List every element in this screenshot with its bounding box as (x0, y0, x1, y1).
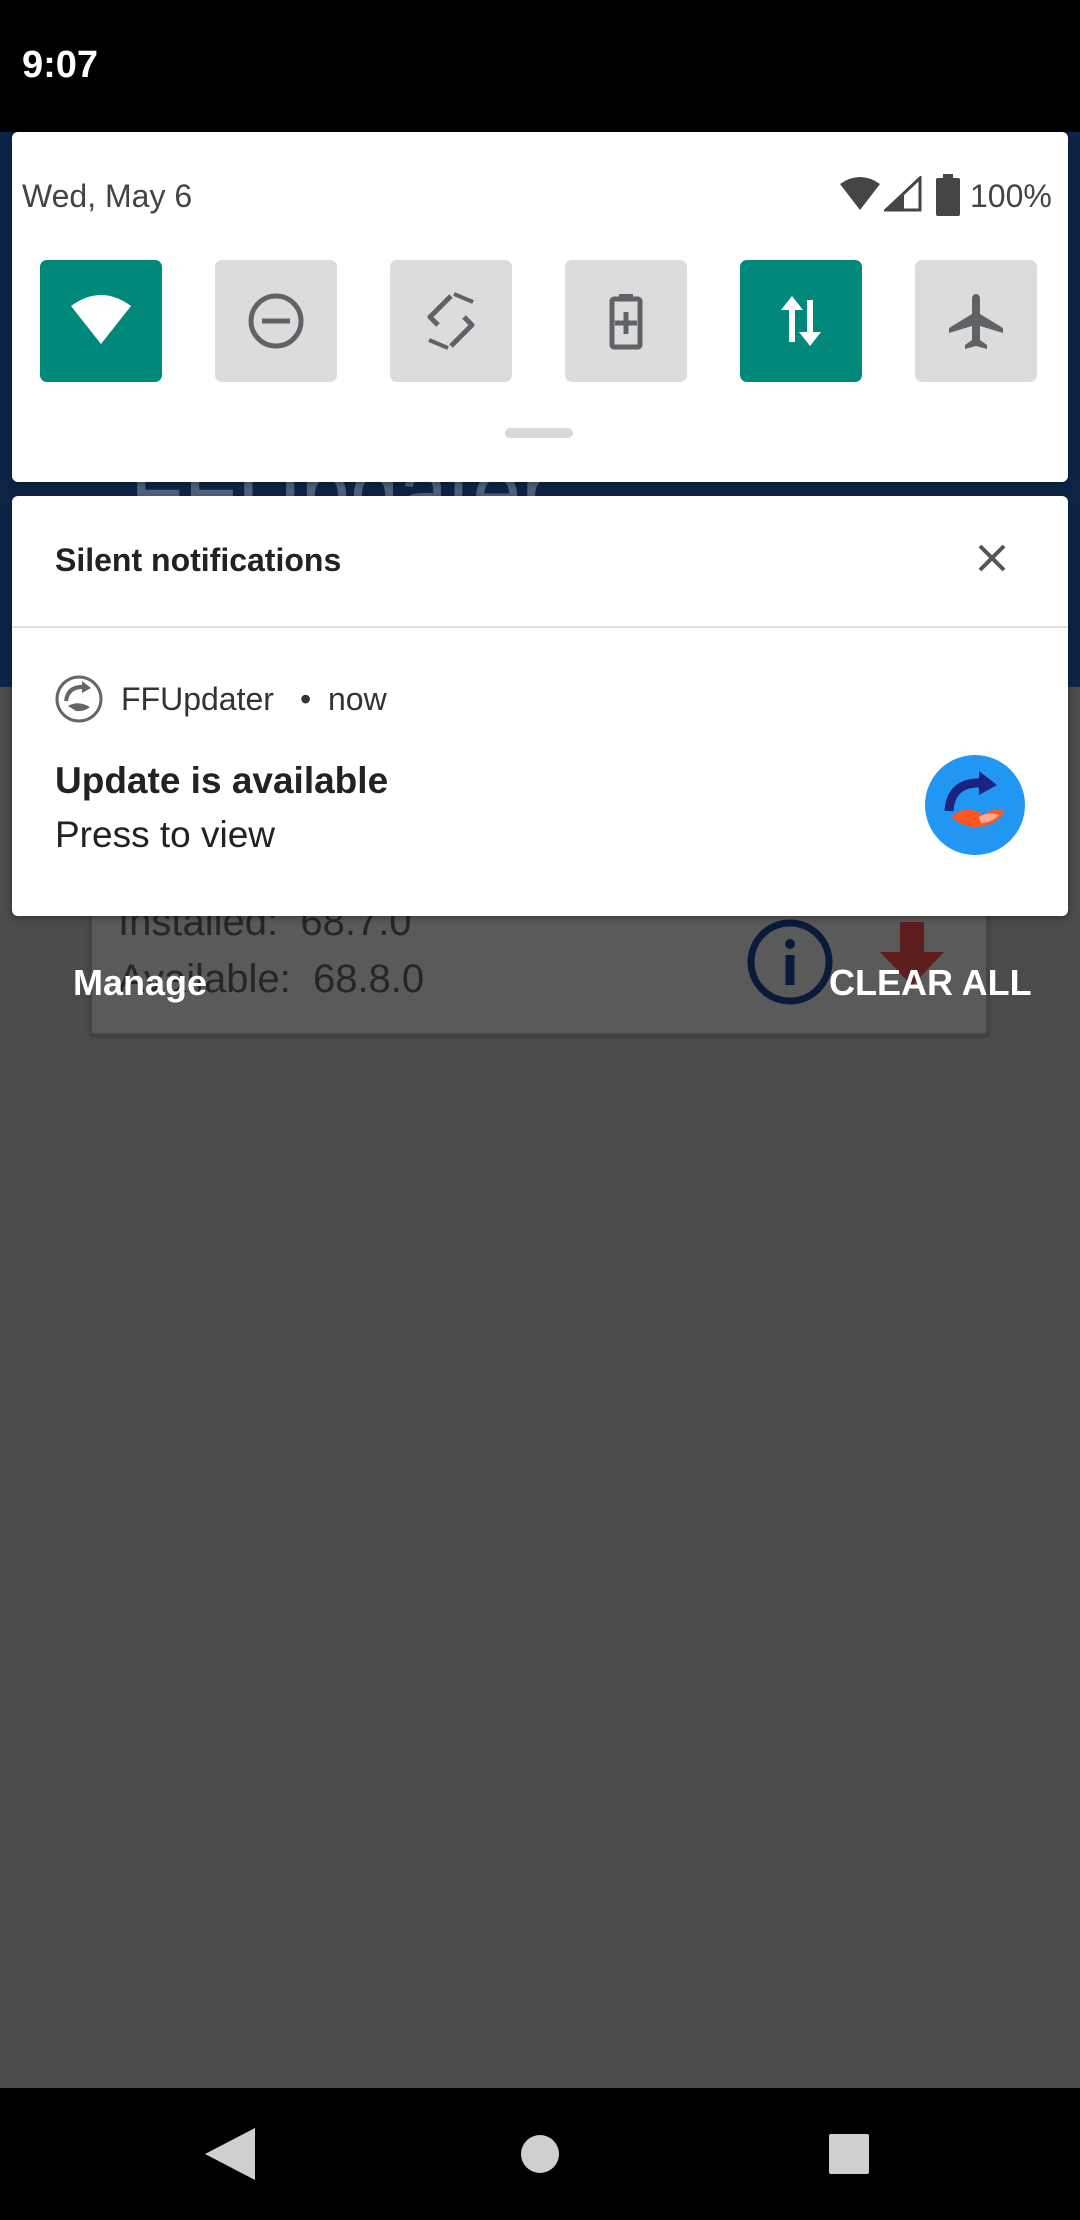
wifi-signal-icon (840, 177, 880, 210)
notification-app-name: FFUpdater (121, 681, 274, 717)
battery-saver-icon (609, 294, 643, 350)
ffupdater-small-icon (55, 675, 103, 723)
clear-all-button[interactable]: CLEAR ALL (829, 962, 1032, 1004)
qs-date: Wed, May 6 (22, 178, 193, 214)
airplane-mode-icon (949, 294, 1003, 349)
ffupdater-app-icon (925, 755, 1025, 855)
wifi-icon (71, 295, 131, 344)
manage-button[interactable]: Manage (73, 962, 207, 1004)
home-icon[interactable] (520, 2134, 560, 2174)
divider (12, 626, 1068, 628)
close-icon (978, 544, 1006, 572)
status-bar (0, 0, 1080, 132)
do-not-disturb-icon (248, 293, 304, 349)
tile-auto-rotate[interactable] (390, 260, 512, 382)
auto-rotate-icon (427, 292, 475, 350)
tile-airplane-mode[interactable] (915, 260, 1037, 382)
info-icon (747, 919, 833, 1005)
notification-body: Press to view (55, 814, 276, 855)
notification-title: Update is available (55, 760, 389, 801)
tile-battery-saver[interactable] (565, 260, 687, 382)
battery-percent: 100% (970, 178, 1052, 214)
battery-icon (936, 174, 960, 216)
expand-handle[interactable] (505, 428, 573, 438)
tile-wifi[interactable] (40, 260, 162, 382)
mobile-data-icon (781, 296, 821, 346)
recents-icon[interactable] (828, 2133, 870, 2175)
available-value: 68.8.0 (312, 957, 425, 1001)
cell-signal-icon (884, 176, 922, 212)
notification-section-title: Silent notifications (55, 542, 342, 578)
status-time: 9:07 (22, 44, 99, 86)
dismiss-section-button[interactable] (964, 530, 1020, 586)
back-icon[interactable] (203, 2126, 257, 2182)
tile-mobile-data[interactable] (740, 260, 862, 382)
notification-separator: • (300, 681, 312, 717)
notification-time: now (328, 681, 387, 717)
tile-do-not-disturb[interactable] (215, 260, 337, 382)
